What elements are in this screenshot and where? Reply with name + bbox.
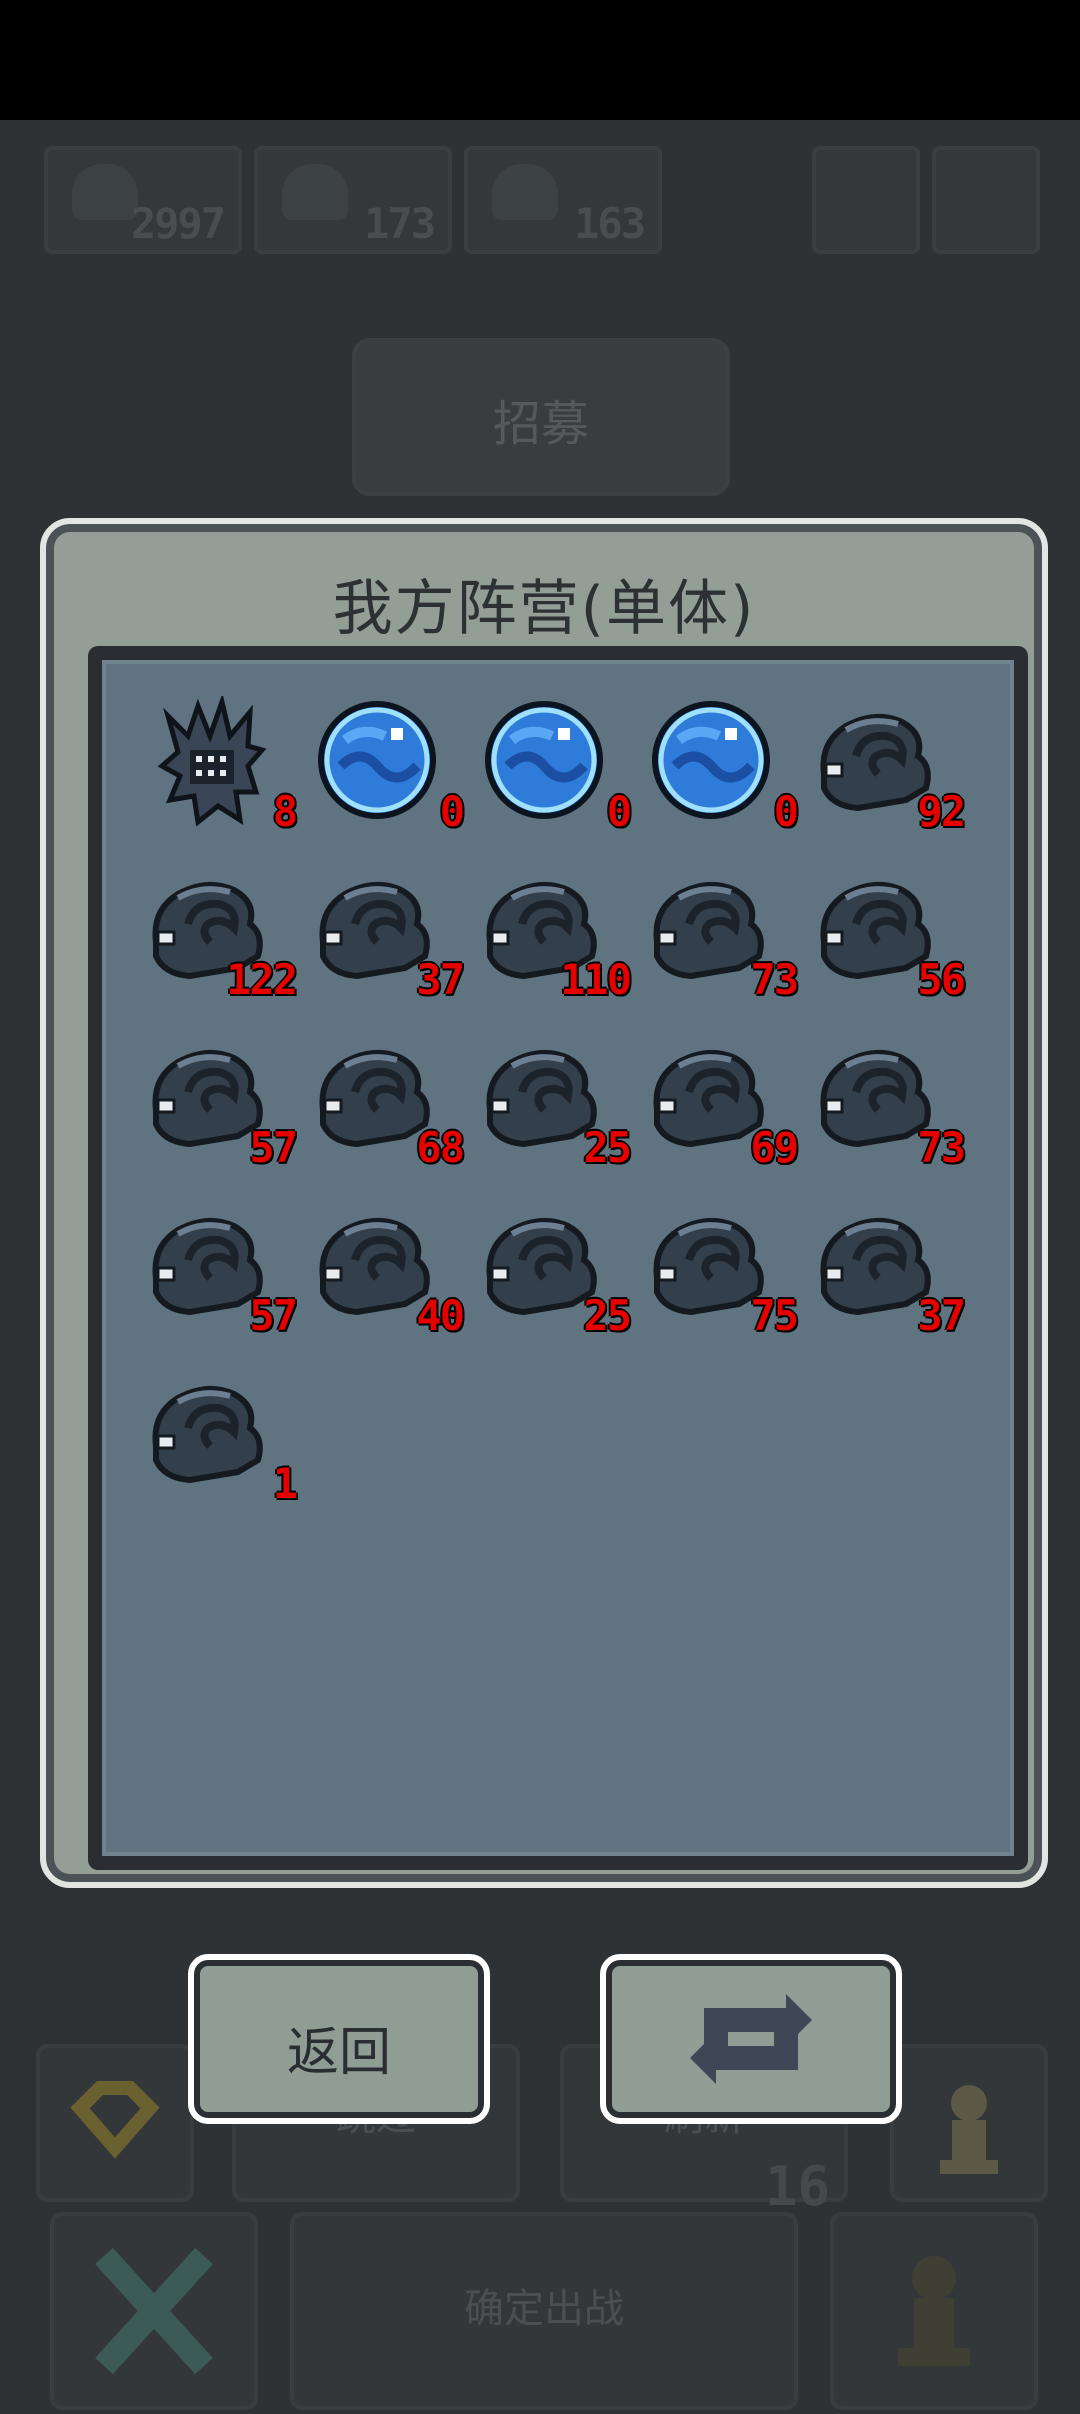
cancel-button	[50, 2212, 258, 2410]
refresh-icon	[690, 1994, 812, 2084]
shadow-beast-icon	[282, 164, 348, 220]
unit-slot[interactable]: 40	[305, 1200, 465, 1340]
meat-icon	[72, 164, 138, 220]
unit-slot[interactable]: 25	[472, 1032, 632, 1172]
unit-count: 57	[249, 1291, 298, 1340]
unit-count: 56	[917, 955, 966, 1004]
x-icon	[95, 2247, 213, 2375]
unit-count: 0	[439, 787, 465, 836]
unit-slot[interactable]: 8	[138, 696, 298, 836]
refresh-count: 16	[764, 2155, 830, 2218]
unit-slot[interactable]: 69	[639, 1032, 799, 1172]
recruit-button: 招募	[352, 338, 730, 496]
camp-dialog: 我方阵营(单体) 8 0 0 0 92 122 37 110 73 56 57 …	[40, 518, 1048, 1888]
unit-slot[interactable]: 0	[472, 696, 632, 836]
unit-slot[interactable]: 56	[806, 864, 966, 1004]
unit-count: 68	[416, 1123, 465, 1172]
gem-icon	[70, 2081, 160, 2159]
resource-beast-a: 173	[254, 146, 452, 254]
unit-button-2	[830, 2212, 1038, 2410]
resource-beast-a-count: 173	[364, 199, 436, 248]
resource-beast-b-count: 163	[574, 199, 646, 248]
unit-count: 122	[226, 955, 298, 1004]
unit-count: 73	[750, 955, 799, 1004]
refresh-button[interactable]	[600, 1954, 902, 2124]
spiky-robot-icon	[157, 696, 267, 826]
blue-orb-icon	[318, 701, 436, 819]
unit-count: 37	[917, 1291, 966, 1340]
unit-count: 92	[917, 787, 966, 836]
unit-slot[interactable]: 37	[305, 864, 465, 1004]
unit-slot[interactable]: 68	[305, 1032, 465, 1172]
unit-count: 37	[416, 955, 465, 1004]
dialog-title: 我方阵营(单体)	[332, 574, 756, 644]
menu-button	[812, 146, 920, 254]
resource-meat: 2997	[44, 146, 242, 254]
unit-count: 110	[560, 955, 632, 1004]
status-bar	[0, 0, 1080, 120]
blue-orb-icon	[652, 701, 770, 819]
unit-slot[interactable]: 57	[138, 1032, 298, 1172]
resource-beast-b: 163	[464, 146, 662, 254]
unit-count: 0	[773, 787, 799, 836]
unit-count: 57	[249, 1123, 298, 1172]
unit-slot[interactable]: 37	[806, 1200, 966, 1340]
unit-grid: 8 0 0 0 92 122 37 110 73 56 57 68 25 69 …	[88, 646, 1028, 1870]
unit-count: 69	[750, 1123, 799, 1172]
unit-slot[interactable]: 73	[806, 1032, 966, 1172]
unit-slot[interactable]: 110	[472, 864, 632, 1004]
confirm-battle-label: 确定出战	[464, 2286, 624, 2332]
unit-slot[interactable]: 0	[639, 696, 799, 836]
unit-slot[interactable]: 73	[639, 864, 799, 1004]
unit-slot[interactable]: 92	[806, 696, 966, 836]
unit-count: 1	[272, 1459, 298, 1508]
unit-count: 25	[583, 1123, 632, 1172]
shadow-beast-icon	[152, 1385, 263, 1484]
unit-count: 25	[583, 1291, 632, 1340]
unit-slot[interactable]: 1	[138, 1368, 298, 1508]
recruit-label: 招募	[492, 396, 589, 452]
unit-slot[interactable]: 75	[639, 1200, 799, 1340]
blue-orb-icon	[485, 701, 603, 819]
unit-slot[interactable]: 122	[138, 864, 298, 1004]
pawn-icon	[940, 2085, 998, 2174]
unit-slot[interactable]: 57	[138, 1200, 298, 1340]
shadow-beast-icon	[492, 164, 558, 220]
unit-count: 8	[272, 787, 298, 836]
back-button[interactable]: 返回	[188, 1954, 490, 2124]
unit-count: 75	[750, 1291, 799, 1340]
gem-button	[36, 2044, 194, 2202]
confirm-battle-button: 确定出战	[290, 2212, 798, 2410]
unit-count: 0	[606, 787, 632, 836]
unit-slot[interactable]: 25	[472, 1200, 632, 1340]
resource-meat-count: 2997	[130, 199, 226, 248]
unit-count: 73	[917, 1123, 966, 1172]
unit-button	[890, 2044, 1048, 2202]
pawn-icon	[898, 2256, 970, 2366]
unit-slot[interactable]: 0	[305, 696, 465, 836]
back-label: 返回	[286, 2023, 391, 2083]
settings-button	[932, 146, 1040, 254]
unit-count: 40	[416, 1291, 465, 1340]
